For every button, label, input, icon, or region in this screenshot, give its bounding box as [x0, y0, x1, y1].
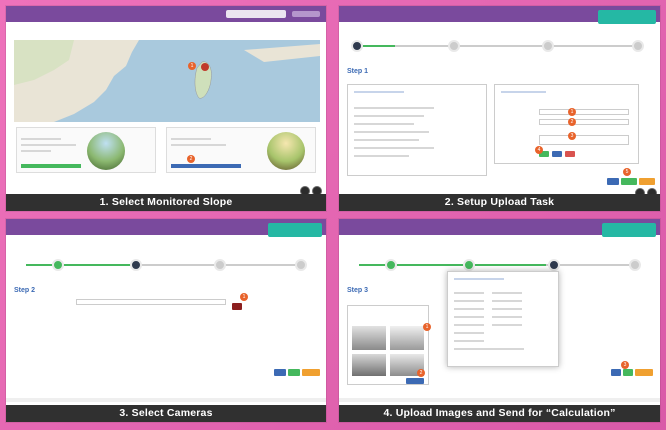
- marker-badge: 2: [417, 369, 425, 377]
- select-button-a[interactable]: [21, 164, 81, 168]
- back-button[interactable]: [288, 369, 300, 376]
- marker-badge: 1: [188, 62, 196, 70]
- step-dot-3: [547, 259, 560, 271]
- next-step-button[interactable]: [611, 369, 621, 376]
- upload-task-form: [494, 84, 639, 164]
- finish-button[interactable]: [639, 178, 655, 185]
- marker-badge: 2: [568, 118, 576, 126]
- camera-icon[interactable]: [232, 303, 242, 310]
- step-dot-2: [463, 259, 476, 271]
- slope-card-b[interactable]: 2: [166, 127, 316, 173]
- marker-badge: 1: [240, 293, 248, 301]
- camera-image-1[interactable]: [352, 326, 386, 350]
- marker-badge: 5: [623, 168, 631, 176]
- caption-step1: 1. Select Monitored Slope: [6, 194, 326, 211]
- next-step-button[interactable]: [274, 369, 286, 376]
- slope-card-a[interactable]: [16, 127, 156, 173]
- slope-thumbnail-a: [87, 132, 125, 170]
- task-field-b[interactable]: [539, 119, 629, 125]
- step-dot-4: [628, 259, 641, 271]
- caption-step2: 2. Setup Upload Task: [339, 194, 660, 211]
- next-step-button[interactable]: [607, 178, 619, 185]
- step-dot-4: [295, 259, 307, 271]
- step-dot-3: [541, 40, 554, 52]
- task-field-a[interactable]: [539, 109, 629, 115]
- step-dot-1: [385, 259, 398, 271]
- panel-setup-upload: Step 1 1 2 3 4 5 2. Setup Upload Task: [339, 6, 660, 211]
- step-dot-2: [448, 40, 461, 52]
- select-button-b[interactable]: [171, 164, 241, 168]
- caption-step3: 3. Select Cameras: [6, 405, 326, 422]
- caption-step4: 4. Upload Images and Send for “Calculati…: [339, 405, 660, 422]
- camera-image-3[interactable]: [352, 354, 386, 376]
- page-footer: [6, 398, 326, 402]
- camera-image-2[interactable]: [390, 326, 424, 350]
- marker-badge: 4: [535, 146, 543, 154]
- marker-badge: 3: [568, 132, 576, 140]
- step-dot-1: [52, 259, 64, 271]
- step-dot-1: [351, 40, 363, 52]
- task-field-c[interactable]: [539, 135, 629, 145]
- calculation-dialog: [447, 271, 559, 367]
- marker-badge: 2: [187, 155, 195, 163]
- panel-upload-images: Step 3 1 2 3 4. Upload Images and Send f…: [339, 219, 660, 422]
- slope-map[interactable]: [14, 40, 320, 122]
- marker-badge: 1: [568, 108, 576, 116]
- camera-select[interactable]: [76, 299, 226, 305]
- upload-button[interactable]: [406, 378, 424, 384]
- toolbar-icons[interactable]: [292, 11, 320, 17]
- page-footer: [339, 398, 660, 402]
- search-input[interactable]: [226, 10, 286, 18]
- step-heading: Step 2: [14, 287, 36, 294]
- marker-badge: 1: [423, 323, 431, 331]
- slope-thumbnail-b: [267, 132, 305, 170]
- slope-pin-icon: [201, 63, 209, 71]
- finish-button[interactable]: [302, 369, 320, 376]
- panel-select-cameras: Step 2 1 3. Select Cameras: [6, 219, 326, 422]
- progress-steps: [16, 257, 316, 279]
- marker-badge: 3: [621, 361, 629, 369]
- map-svg: [14, 40, 320, 122]
- step-dot-4: [631, 40, 644, 52]
- notification-toast: [598, 10, 656, 24]
- calculate-button[interactable]: [635, 369, 653, 376]
- edit-button[interactable]: [552, 151, 562, 157]
- notification-toast: [602, 223, 656, 237]
- page-title: [6, 22, 326, 34]
- back-button[interactable]: [621, 178, 637, 185]
- back-button[interactable]: [623, 369, 633, 376]
- slope-info-box: [347, 84, 487, 176]
- step-heading: Step 1: [347, 68, 369, 75]
- step-dot-2: [130, 259, 142, 271]
- app-topbar: [6, 6, 326, 22]
- delete-button[interactable]: [565, 151, 575, 157]
- progress-steps: [349, 38, 650, 60]
- notification-toast: [268, 223, 322, 237]
- panel-select-slope: 2 1 1. Select Monitored Slope: [6, 6, 326, 211]
- step-dot-3: [214, 259, 226, 271]
